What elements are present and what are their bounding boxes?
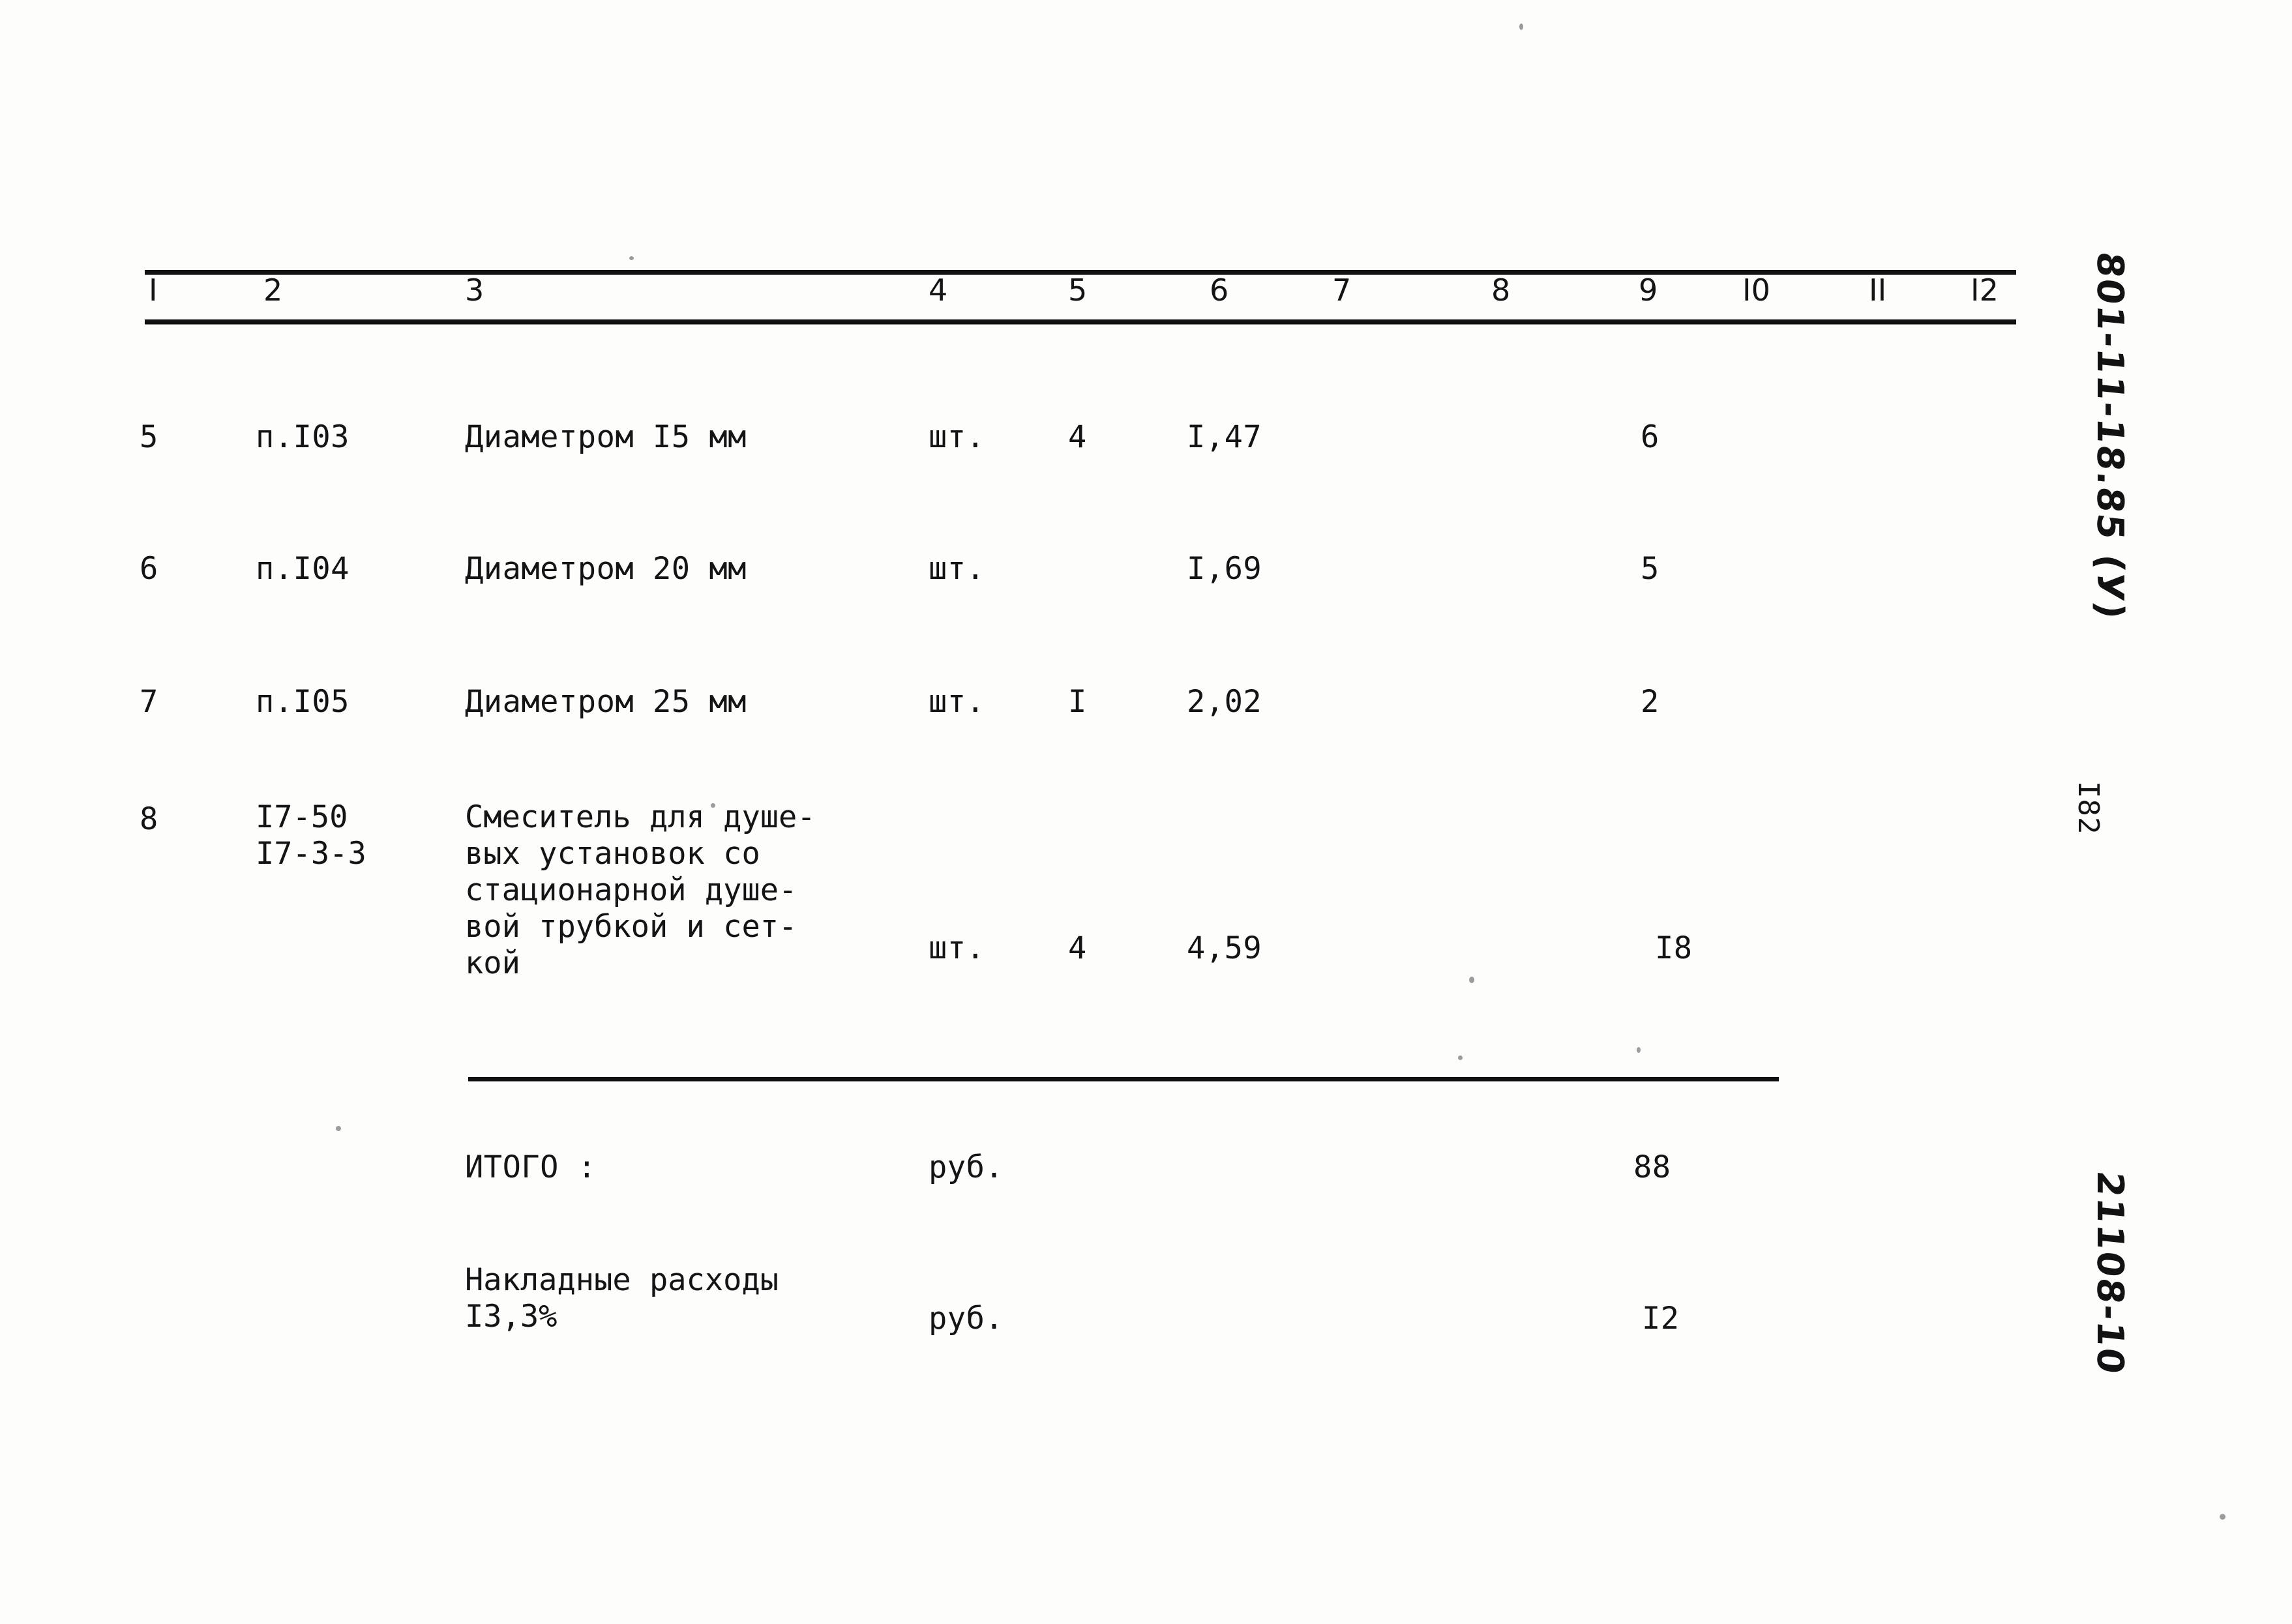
row-0-col-3: Диаметром I5 мм — [465, 419, 747, 455]
scan-speck — [629, 256, 634, 260]
row-0-col-2: п.I03 — [256, 419, 350, 455]
row-1-col-4: шт. — [929, 551, 985, 587]
row-3-col-9: I8 — [1655, 930, 1693, 966]
scan-speck — [1469, 977, 1474, 983]
row-3-col-4: шт. — [929, 930, 985, 966]
row-2-col-1: 7 — [140, 684, 158, 720]
row-1-col-2: п.I04 — [256, 551, 350, 587]
scanned-page: I 2 3 4 5 6 7 8 9 I0 II I2 5 п.I03 Диаме… — [0, 0, 2292, 1624]
column-header-9: 9 — [1639, 273, 1658, 308]
column-header-10: I0 — [1742, 273, 1770, 308]
total-0-unit: руб. — [929, 1149, 1004, 1185]
row-0-col-6: I,47 — [1187, 419, 1262, 455]
scan-speck — [2220, 1514, 2225, 1520]
column-header-7: 7 — [1332, 273, 1352, 308]
row-2-col-2: п.I05 — [256, 684, 350, 720]
row-0-col-9: 6 — [1641, 419, 1659, 455]
row-1-col-3: Диаметром 20 мм — [465, 551, 747, 587]
row-0-col-1: 5 — [140, 419, 158, 455]
row-0-col-5: 4 — [1068, 419, 1087, 455]
row-3-col-2: I7-50 I7-3-3 — [256, 799, 366, 872]
row-2-col-4: шт. — [929, 684, 985, 720]
row-0-col-4: шт. — [929, 419, 985, 455]
row-3-col-1: 8 — [140, 801, 158, 837]
column-header-8: 8 — [1491, 273, 1511, 308]
table-header-bottom-rule — [145, 319, 2016, 324]
column-header-11: II — [1869, 273, 1887, 308]
column-header-2: 2 — [263, 273, 283, 308]
totals-separator-rule — [468, 1077, 1779, 1081]
row-1-col-1: 6 — [140, 551, 158, 587]
column-header-4: 4 — [929, 273, 948, 308]
total-1-value: I2 — [1642, 1301, 1680, 1336]
row-2-col-9: 2 — [1641, 684, 1659, 720]
scan-speck — [1637, 1047, 1641, 1053]
total-0-value: 88 — [1633, 1149, 1671, 1185]
row-3-col-6: 4,59 — [1187, 930, 1262, 966]
row-3-col-3: Смеситель для душе- вых установок со ста… — [465, 799, 816, 981]
row-2-col-5: I — [1068, 684, 1087, 720]
margin-note-bottom-handwritten: 21108-10 — [2089, 1169, 2131, 1377]
row-3-col-5: 4 — [1068, 930, 1087, 966]
column-header-6: 6 — [1210, 273, 1229, 308]
column-header-12: I2 — [1971, 273, 1999, 308]
scan-speck — [1458, 1056, 1463, 1060]
row-2-col-6: 2,02 — [1187, 684, 1262, 720]
column-header-5: 5 — [1068, 273, 1088, 308]
scan-speck — [711, 803, 715, 808]
scan-speck — [1519, 23, 1523, 30]
row-2-col-3: Диаметром 25 мм — [465, 684, 747, 720]
total-1-label: Накладные расходы I3,3% — [465, 1262, 779, 1335]
total-1-unit: руб. — [929, 1301, 1004, 1336]
page-number: I82 — [2072, 781, 2105, 835]
column-header-3: 3 — [465, 273, 484, 308]
row-1-col-6: I,69 — [1187, 551, 1262, 587]
row-1-col-9: 5 — [1641, 551, 1659, 587]
total-0-label: ИТОГО : — [465, 1149, 597, 1185]
column-header-1: I — [149, 273, 158, 308]
scan-speck — [336, 1126, 341, 1131]
margin-note-top-handwritten: 801-11-18.85 (У) — [2089, 250, 2131, 623]
